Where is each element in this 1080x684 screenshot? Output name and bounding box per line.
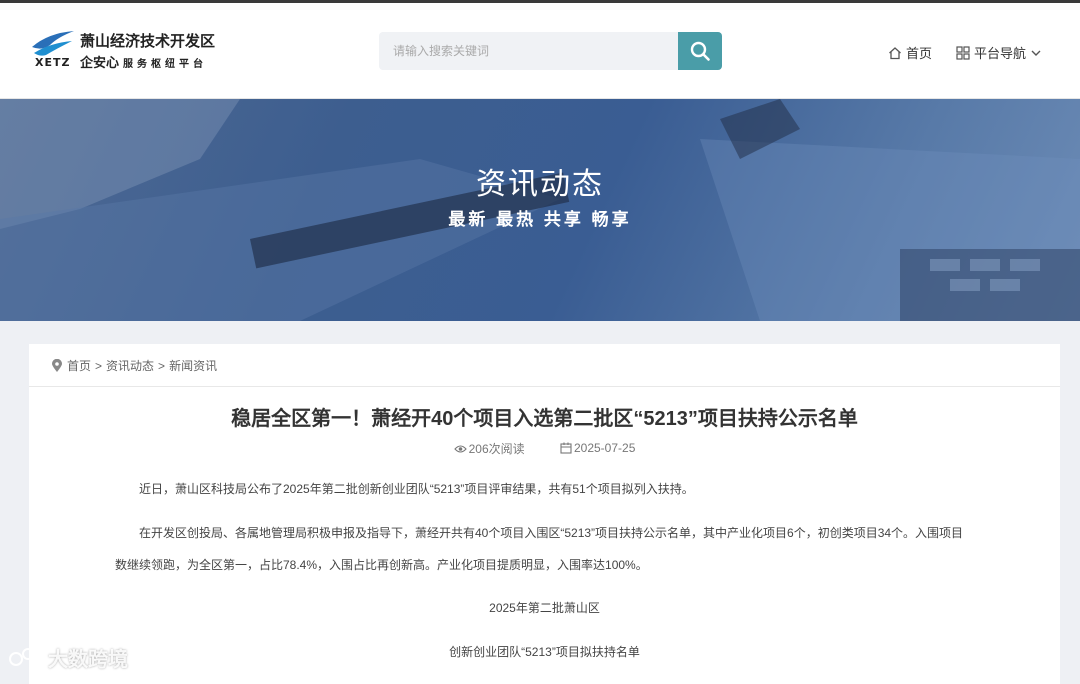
nav-platform-dropdown[interactable]: 平台导航 [956, 43, 1042, 62]
breadcrumb-news-info[interactable]: 新闻资讯 [169, 357, 217, 374]
watermark-text: 大数跨境 [48, 649, 128, 671]
breadcrumb-separator: > [95, 358, 103, 373]
article-meta: 206次阅读 2025-07-25 [29, 440, 1060, 457]
grid-icon [956, 45, 970, 60]
table-caption-line1: 2025年第二批萧山区 [489, 601, 600, 615]
breadcrumb-separator: > [158, 358, 166, 373]
search-button[interactable] [678, 32, 722, 70]
article-paragraph: 近日，萧山区科技局公布了2025年第二批创新创业团队“5213”项目评审结果，共… [139, 482, 694, 496]
divider [29, 386, 1060, 387]
breadcrumb-news-dynamics[interactable]: 资讯动态 [106, 357, 154, 374]
article-paragraph: 在开发区创投局、各属地管理局积极申报及指导下，萧经开共有40个项目入围区“521… [139, 526, 964, 540]
article-card: 首页 > 资讯动态 > 新闻资讯 稳居全区第一！萧经开40个项目入选第二批区“5… [29, 344, 1060, 684]
nav-home-link[interactable]: 首页 [888, 43, 932, 62]
nav-platform-label: 平台导航 [974, 46, 1027, 61]
eye-icon [453, 444, 467, 453]
article-title: 稳居全区第一！萧经开40个项目入选第二批区“5213”项目扶持公示名单 [231, 408, 858, 430]
logo[interactable]: XETZ 萧山经济技术开发区 企安心 服务枢纽平台 [30, 27, 230, 73]
view-count-text: 206次阅读 [468, 442, 525, 456]
search-icon [690, 41, 710, 61]
search-input[interactable] [379, 32, 678, 70]
breadcrumb: 首页 > 资讯动态 > 新闻资讯 [51, 357, 217, 374]
home-icon [889, 46, 901, 59]
search-bar [379, 32, 723, 70]
site-header: XETZ 萧山经济技术开发区 企安心服务枢纽平台 首页 平台导航 [0, 3, 1080, 99]
calendar-icon [560, 442, 572, 454]
breadcrumb-home[interactable]: 首页 [67, 357, 91, 374]
watermark-logo-icon [9, 647, 43, 666]
watermark: 大数跨境 [8, 643, 128, 672]
logo-sub-main: 企安心 [80, 55, 120, 70]
logo-abbr: XETZ [35, 56, 71, 69]
logo-sub-small: 服务枢纽平台 [123, 59, 208, 70]
publish-date: 2025-07-25 [560, 441, 635, 455]
banner: 资讯动态 最新 最热 共享 畅享 [0, 99, 1080, 321]
banner-title: 资讯动态 [476, 168, 604, 201]
publish-date-text: 2025-07-25 [573, 440, 636, 455]
article-paragraph-continued: 数继续领跑，为全区第一，占比78.4%，入围占比再创新高。产业化项目提质明显，入… [115, 558, 648, 572]
nav-home-label: 首页 [906, 46, 933, 61]
chevron-down-icon [1031, 50, 1041, 56]
banner-subtitle: 最新 最热 共享 畅享 [448, 210, 632, 229]
view-count: 206次阅读 [453, 440, 525, 457]
table-caption-line2: 创新创业团队“5213”项目拟扶持名单 [449, 645, 640, 659]
logo-subtitle: 企安心 服务枢纽平台 [80, 52, 207, 71]
location-pin-icon [52, 358, 62, 372]
logo-title: 萧山经济技术开发区 [80, 33, 216, 50]
